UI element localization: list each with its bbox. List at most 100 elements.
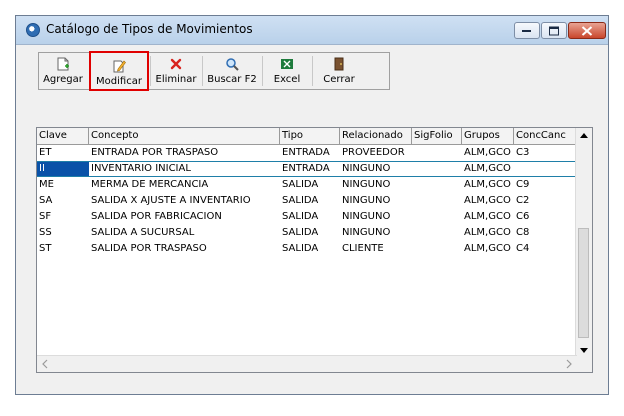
column-header-relacionado[interactable]: Relacionado — [340, 128, 412, 144]
column-header-grupos[interactable]: Grupos — [462, 128, 514, 144]
delete-x-icon — [170, 58, 182, 70]
column-header-sigfolio[interactable]: SigFolio — [412, 128, 462, 144]
cell-clave: ET — [39, 147, 52, 158]
cell-sigfolio — [412, 145, 462, 161]
cell-tipo: SALIDA — [282, 211, 319, 222]
cell-grupos: ALM,GCO — [464, 163, 511, 174]
cell-concepto: MERMA DE MERCANCIA — [91, 179, 209, 190]
maximize-icon — [549, 26, 559, 35]
cell-clave: SF — [39, 211, 52, 222]
toolbar-separator — [312, 56, 313, 86]
arrow-right-icon — [566, 359, 572, 369]
scrollbar-corner — [576, 356, 592, 372]
cell-conccanc: C4 — [516, 243, 530, 254]
cell-conccanc: C8 — [516, 227, 530, 238]
column-header-clave[interactable]: Clave — [37, 128, 89, 144]
scroll-right-button[interactable] — [561, 356, 577, 372]
cell-sigfolio — [412, 225, 462, 241]
cell-relacionado: NINGUNO — [342, 163, 391, 174]
minimize-button[interactable] — [514, 22, 540, 39]
title-bar[interactable]: Catálogo de Tipos de Movimientos — [16, 16, 608, 45]
cell-relacionado: NINGUNO — [342, 195, 391, 206]
cell-relacionado: NINGUNO — [342, 179, 391, 190]
cell-clave: ME — [39, 179, 54, 190]
cell-grupos: ALM,GCO — [464, 179, 511, 190]
vertical-scroll-thumb[interactable] — [578, 228, 589, 338]
cell-grupos: ALM,GCO — [464, 227, 511, 238]
column-header-tipo[interactable]: Tipo — [280, 128, 340, 144]
toolbar-separator — [262, 56, 263, 86]
excel-icon — [281, 59, 293, 69]
cell-relacionado: CLIENTE — [342, 243, 384, 254]
exit-door-icon — [334, 57, 344, 71]
cerrar-label: Cerrar — [323, 74, 355, 85]
column-header-conccanc[interactable]: ConcCanc — [514, 128, 577, 144]
cell-tipo: ENTRADA — [282, 163, 330, 174]
cell-concepto: SALIDA A SUCURSAL — [91, 227, 195, 238]
cell-concepto: SALIDA POR TRASPASO — [91, 243, 207, 254]
cell-grupos: ALM,GCO — [464, 243, 511, 254]
table-row[interactable]: SA SALIDA X AJUSTE A INVENTARIO SALIDA N… — [37, 193, 577, 209]
close-button[interactable] — [568, 22, 606, 39]
table-row[interactable]: ME MERMA DE MERCANCIA SALIDA NINGUNO ALM… — [37, 177, 577, 193]
cell-conccanc: C6 — [516, 211, 530, 222]
scroll-up-button[interactable] — [576, 128, 592, 144]
horizontal-scrollbar[interactable] — [37, 355, 577, 372]
buscar-button[interactable]: Buscar F2 — [203, 53, 261, 89]
cell-sigfolio — [412, 162, 462, 176]
cell-concepto: ENTRADA POR TRASPASO — [91, 147, 219, 158]
cell-grupos: ALM,GCO — [464, 195, 511, 206]
table-row[interactable]: SF SALIDA POR FABRICACION SALIDA NINGUNO… — [37, 209, 577, 225]
cell-sigfolio — [412, 241, 462, 257]
grid-header: Clave Concepto Tipo Relacionado SigFolio… — [37, 128, 577, 145]
maximize-button[interactable] — [541, 22, 567, 39]
eliminar-label: Eliminar — [155, 74, 197, 85]
search-magnifier-icon — [226, 58, 239, 71]
cerrar-button[interactable]: Cerrar — [314, 53, 364, 89]
cell-conccanc: C2 — [516, 195, 530, 206]
cell-grupos: ALM,GCO — [464, 147, 511, 158]
cell-tipo: ENTRADA — [282, 147, 330, 158]
table-row[interactable]: SS SALIDA A SUCURSAL SALIDA NINGUNO ALM,… — [37, 225, 577, 241]
catalog-window: Catálogo de Tipos de Movimientos Agregar… — [15, 15, 609, 395]
modificar-button[interactable]: Modificar — [89, 51, 149, 91]
cell-clave: SA — [39, 195, 53, 206]
cell-conccanc — [514, 162, 577, 176]
agregar-button[interactable]: Agregar — [39, 53, 87, 89]
cell-sigfolio — [412, 177, 462, 193]
scroll-left-button[interactable] — [37, 356, 53, 372]
column-header-concepto[interactable]: Concepto — [89, 128, 280, 144]
agregar-label: Agregar — [43, 74, 83, 85]
vertical-scrollbar[interactable] — [575, 128, 592, 358]
modificar-label: Modificar — [96, 76, 142, 87]
cell-tipo: SALIDA — [282, 243, 319, 254]
minimize-icon — [522, 29, 531, 32]
app-icon — [26, 23, 40, 37]
cell-sigfolio — [412, 209, 462, 225]
cell-tipo: SALIDA — [282, 227, 319, 238]
cell-clave: ST — [39, 243, 52, 254]
table-row[interactable]: ET ENTRADA POR TRASPASO ENTRADA PROVEEDO… — [37, 145, 577, 161]
edit-document-icon — [113, 60, 126, 73]
cell-concepto: SALIDA X AJUSTE A INVENTARIO — [91, 195, 251, 206]
eliminar-button[interactable]: Eliminar — [151, 53, 201, 89]
table-row[interactable]: ST SALIDA POR TRASPASO SALIDA CLIENTE AL… — [37, 241, 577, 257]
cell-conccanc: C9 — [516, 179, 530, 190]
cell-clave: SS — [39, 227, 52, 238]
table-row-selected[interactable]: II INVENTARIO INICIAL ENTRADA NINGUNO AL… — [37, 161, 577, 177]
arrow-left-icon — [42, 359, 48, 369]
cell-concepto: SALIDA POR FABRICACION — [91, 211, 222, 222]
movements-grid[interactable]: Clave Concepto Tipo Relacionado SigFolio… — [36, 127, 593, 373]
cell-relacionado: NINGUNO — [342, 227, 391, 238]
window-title: Catálogo de Tipos de Movimientos — [46, 22, 253, 36]
cell-tipo: SALIDA — [282, 179, 319, 190]
new-document-icon — [57, 57, 69, 71]
cell-sigfolio — [412, 193, 462, 209]
cell-concepto: INVENTARIO INICIAL — [91, 163, 191, 174]
cell-relacionado: NINGUNO — [342, 211, 391, 222]
excel-label: Excel — [273, 74, 301, 85]
cell-clave: II — [37, 162, 89, 176]
cell-grupos: ALM,GCO — [464, 211, 511, 222]
close-icon — [581, 25, 593, 36]
excel-button[interactable]: Excel — [264, 53, 310, 89]
